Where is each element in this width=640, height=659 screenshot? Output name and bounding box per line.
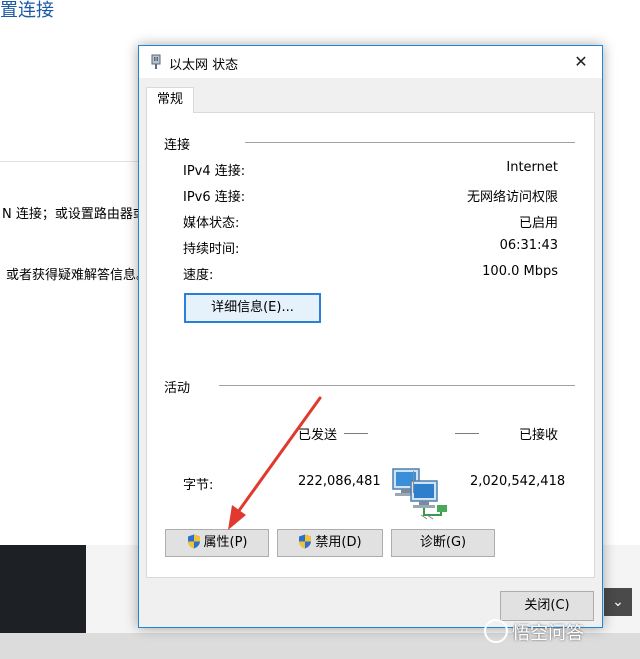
received-dash <box>455 433 479 434</box>
shield-icon <box>299 534 312 549</box>
close-icon[interactable]: ✕ <box>570 51 592 73</box>
details-button[interactable]: 详细信息(E)... <box>184 293 321 323</box>
dialog-title: 以太网 状态 <box>169 58 239 73</box>
background-divider <box>0 161 140 162</box>
ipv6-label: IPv6 连接: <box>183 190 246 205</box>
properties-button[interactable]: 属性(P) <box>165 529 269 557</box>
ipv4-label: IPv4 连接: <box>183 164 246 179</box>
duration-label: 持续时间: <box>183 242 240 257</box>
network-adapter-icon <box>151 54 161 69</box>
watermark: 悟空问答 <box>484 619 584 645</box>
activity-divider <box>219 385 575 386</box>
chevron-down-icon[interactable]: ⌄ <box>604 588 632 616</box>
properties-button-label: 属性(P) <box>203 535 248 550</box>
sent-label: 已发送 <box>298 428 338 443</box>
background-text-line2: 或者获得疑难解答信息。 <box>6 268 150 283</box>
diagnose-button[interactable]: 诊断(G) <box>391 529 495 557</box>
watermark-text: 悟空问答 <box>512 623 584 644</box>
speed-value: 100.0 Mbps <box>482 264 558 279</box>
connection-heading: 连接 <box>164 138 191 153</box>
background-text-line1: N 连接；或设置路由器或 <box>2 207 146 222</box>
dialog-titlebar[interactable]: 以太网 状态 ✕ <box>139 46 602 78</box>
shield-icon <box>187 534 200 549</box>
media-state-value: 已启用 <box>518 216 558 231</box>
disable-button[interactable]: 禁用(D) <box>277 529 383 557</box>
network-computers-icon <box>392 468 447 520</box>
received-label: 已接收 <box>519 428 559 443</box>
connection-divider <box>245 142 575 143</box>
bytes-label: 字节: <box>183 478 214 493</box>
general-tab-panel: 连接 IPv4 连接: Internet IPv6 连接: 无网络访问权限 媒体… <box>146 112 595 578</box>
close-button[interactable]: 关闭(C) <box>500 591 594 621</box>
background-dark-panel <box>0 545 86 633</box>
activity-heading: 活动 <box>164 381 191 396</box>
bytes-sent-value: 222,086,481 <box>298 474 381 489</box>
speed-label: 速度: <box>183 268 214 283</box>
watermark-logo-icon <box>484 619 508 643</box>
bytes-separator <box>413 471 414 493</box>
bytes-received-value: 2,020,542,418 <box>470 474 566 489</box>
ethernet-status-dialog: 以太网 状态 ✕ 常规 连接 IPv4 连接: Internet IPv6 连接… <box>138 45 603 628</box>
disable-button-label: 禁用(D) <box>315 535 362 550</box>
media-state-label: 媒体状态: <box>183 216 240 231</box>
sent-dash <box>344 433 368 434</box>
ipv4-value: Internet <box>506 160 558 175</box>
ipv6-value: 无网络访问权限 <box>466 190 558 205</box>
duration-value: 06:31:43 <box>499 238 558 253</box>
background-window-title: 置连接 <box>0 0 54 21</box>
tab-general[interactable]: 常规 <box>146 87 194 113</box>
